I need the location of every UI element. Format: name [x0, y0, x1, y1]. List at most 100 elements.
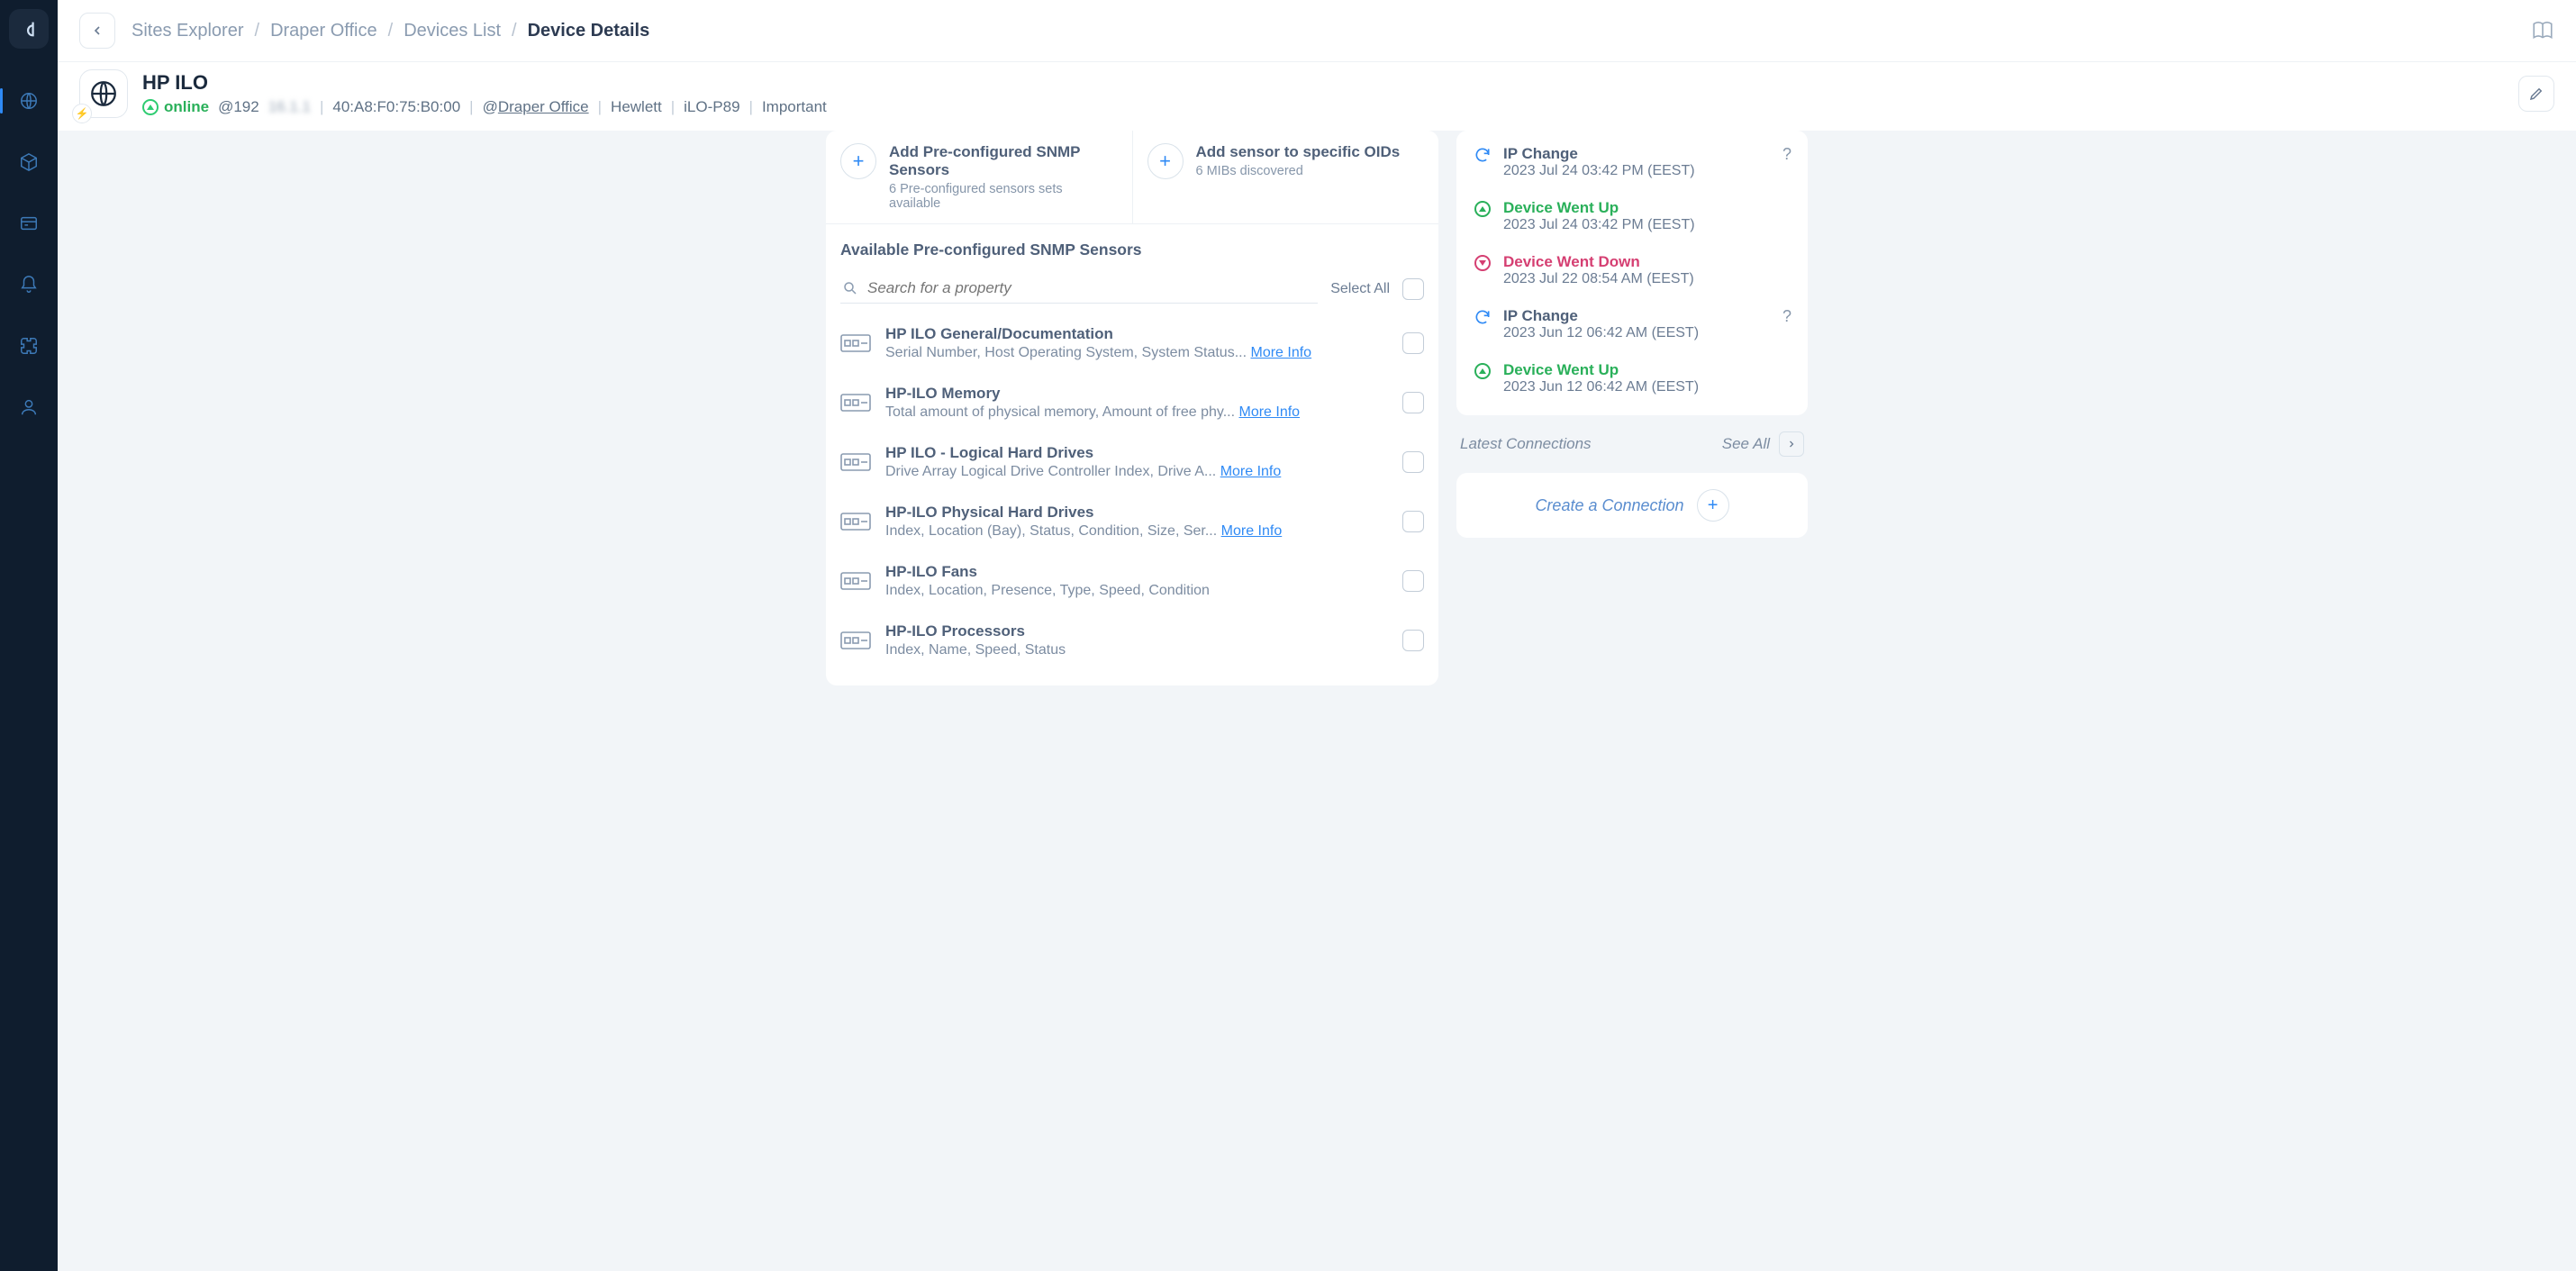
sensor-checkbox[interactable] — [1402, 570, 1424, 592]
status-up-icon — [142, 99, 159, 115]
nav-user-icon[interactable] — [11, 389, 47, 425]
sensor-checkbox[interactable] — [1402, 332, 1424, 354]
more-info-link[interactable]: More Info — [1238, 404, 1300, 420]
device-ip-prefix: @192 — [218, 98, 259, 116]
event-down-icon — [1473, 253, 1492, 273]
sensor-icon — [840, 510, 871, 533]
breadcrumb-item[interactable]: Sites Explorer — [132, 21, 244, 41]
app-logo[interactable] — [9, 9, 49, 49]
sensor-name: HP-ILO Fans — [885, 563, 1388, 581]
timeline-title: Device Went Down — [1503, 253, 1791, 271]
device-model: iLO-P89 — [684, 98, 739, 116]
nav-globe-icon[interactable] — [11, 83, 47, 119]
timeline-item: Device Went Up2023 Jul 24 03:42 PM (EEST… — [1467, 194, 1797, 239]
help-icon[interactable]: ? — [1782, 307, 1791, 326]
event-change-icon — [1473, 145, 1492, 165]
device-mac: 40:A8:F0:75:B0:00 — [332, 98, 460, 116]
sensor-checkbox[interactable] — [1402, 511, 1424, 532]
nav-card-icon[interactable] — [11, 205, 47, 241]
sensor-checkbox[interactable] — [1402, 451, 1424, 473]
timeline-date: 2023 Jul 22 08:54 AM (EEST) — [1503, 271, 1791, 287]
edit-button[interactable] — [2518, 76, 2554, 112]
action-subtitle: 6 Pre-configured sensors sets available — [889, 182, 1118, 211]
breadcrumb-item-current: Device Details — [528, 21, 650, 41]
device-header: ⚡ HP ILO online @192 16.1.1 | 40:A8:F0:7… — [58, 62, 2576, 131]
sensor-icon — [840, 450, 871, 474]
select-all-checkbox[interactable] — [1402, 278, 1424, 300]
more-info-link[interactable]: More Info — [1221, 523, 1283, 539]
timeline-item: IP Change2023 Jun 12 06:42 AM (EEST)? — [1467, 302, 1797, 347]
sensor-name: HP-ILO Processors — [885, 622, 1388, 640]
timeline-panel: IP Change2023 Jul 24 03:42 PM (EEST)? Dev… — [1456, 131, 1808, 415]
search-box — [840, 274, 1318, 304]
add-preconfigured-card[interactable]: + Add Pre-configured SNMP Sensors 6 Pre-… — [826, 131, 1133, 223]
timeline-item: IP Change2023 Jul 24 03:42 PM (EEST)? — [1467, 140, 1797, 185]
add-oid-card[interactable]: + Add sensor to specific OIDs 6 MIBs dis… — [1133, 131, 1439, 223]
docs-icon[interactable] — [2531, 19, 2554, 42]
sensor-item: HP-ILO Processors Index, Name, Speed, Sta… — [840, 615, 1424, 666]
create-connection-card[interactable]: Create a Connection + — [1456, 473, 1808, 538]
more-info-link[interactable]: More Info — [1250, 345, 1311, 360]
timeline-title: Device Went Up — [1503, 199, 1791, 217]
site-prefix: @ — [483, 98, 498, 115]
nav-plugin-icon[interactable] — [11, 328, 47, 364]
create-connection-label: Create a Connection — [1535, 496, 1683, 515]
sensor-description: Total amount of physical memory, Amount … — [885, 404, 1388, 421]
device-importance: Important — [762, 98, 827, 116]
connections-header: Latest Connections See All — [1456, 430, 1808, 458]
help-icon[interactable]: ? — [1782, 145, 1791, 164]
sensor-description: Index, Location (Bay), Status, Condition… — [885, 523, 1388, 540]
sensor-name: HP ILO - Logical Hard Drives — [885, 444, 1388, 462]
sensor-icon — [840, 331, 871, 355]
sidebar — [0, 0, 58, 1271]
power-badge-icon: ⚡ — [72, 104, 92, 123]
sensor-item: HP-ILO Physical Hard DrivesIndex, Locati… — [840, 496, 1424, 547]
sensor-checkbox[interactable] — [1402, 392, 1424, 413]
sensor-name: HP-ILO Physical Hard Drives — [885, 504, 1388, 522]
see-all-button[interactable] — [1779, 431, 1804, 457]
action-title: Add sensor to specific OIDs — [1196, 143, 1401, 161]
breadcrumb-sep: / — [388, 21, 394, 41]
see-all-link[interactable]: See All — [1722, 435, 1770, 453]
sensor-description: Index, Name, Speed, Status — [885, 642, 1388, 658]
device-ip-masked: 16.1.1 — [268, 98, 311, 116]
timeline-item: Device Went Up2023 Jun 12 06:42 AM (EEST… — [1467, 356, 1797, 401]
section-title: Available Pre-configured SNMP Sensors — [826, 224, 1438, 268]
event-up-icon — [1473, 361, 1492, 381]
sensor-icon — [840, 391, 871, 414]
event-up-icon — [1473, 199, 1492, 219]
sensor-description: Serial Number, Host Operating System, Sy… — [885, 345, 1388, 361]
timeline-date: 2023 Jun 12 06:42 AM (EEST) — [1503, 379, 1791, 395]
status-chip: online — [142, 98, 209, 116]
sensor-checkbox[interactable] — [1402, 630, 1424, 651]
device-site-link[interactable]: Draper Office — [498, 98, 589, 115]
breadcrumb-sep: / — [255, 21, 260, 41]
action-subtitle: 6 MIBs discovered — [1196, 164, 1401, 178]
more-info-link[interactable]: More Info — [1220, 464, 1282, 479]
nav-cube-icon[interactable] — [11, 144, 47, 180]
nav-bell-icon[interactable] — [11, 267, 47, 303]
plus-icon: + — [1147, 143, 1184, 179]
timeline-item: Device Went Down2023 Jul 22 08:54 AM (EE… — [1467, 248, 1797, 293]
timeline-date: 2023 Jul 24 03:42 PM (EEST) — [1503, 163, 1772, 179]
status-text: online — [164, 98, 209, 116]
search-input[interactable] — [867, 279, 1316, 297]
timeline-date: 2023 Jul 24 03:42 PM (EEST) — [1503, 217, 1791, 233]
timeline-date: 2023 Jun 12 06:42 AM (EEST) — [1503, 325, 1772, 341]
sensor-name: HP-ILO Memory — [885, 385, 1388, 403]
sensor-name: HP ILO General/Documentation — [885, 325, 1388, 343]
breadcrumb: Sites Explorer / Draper Office / Devices… — [132, 21, 649, 41]
device-meta: online @192 16.1.1 | 40:A8:F0:75:B0:00 |… — [142, 98, 827, 116]
timeline-title: Device Went Up — [1503, 361, 1791, 379]
event-change-icon — [1473, 307, 1492, 327]
connections-label: Latest Connections — [1460, 435, 1713, 453]
sensor-item: HP ILO General/Documentation Serial Numbe… — [840, 318, 1424, 368]
sensor-item: HP ILO - Logical Hard DrivesDrive Array … — [840, 437, 1424, 487]
sensor-icon — [840, 569, 871, 593]
breadcrumb-item[interactable]: Devices List — [404, 21, 501, 41]
sensor-item: HP-ILO FansIndex, Location, Presence, Ty… — [840, 556, 1424, 606]
back-button[interactable] — [79, 13, 115, 49]
select-all-label: Select All — [1330, 281, 1390, 297]
plus-icon: + — [840, 143, 876, 179]
breadcrumb-item[interactable]: Draper Office — [270, 21, 377, 41]
